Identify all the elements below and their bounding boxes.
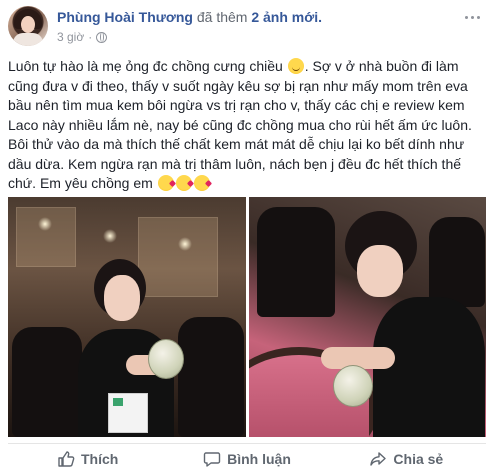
like-button[interactable]: Thích bbox=[8, 445, 167, 473]
author-name-link[interactable]: Phùng Hoài Thương bbox=[57, 9, 193, 25]
photo-woman-opening-cream-jar[interactable] bbox=[248, 197, 486, 437]
timestamp-link[interactable]: 3 giờ bbox=[57, 30, 84, 44]
comment-button[interactable]: Bình luận bbox=[167, 445, 326, 473]
like-label: Thích bbox=[80, 451, 119, 467]
author-avatar[interactable] bbox=[8, 6, 48, 46]
face-blowing-kiss-emoji bbox=[175, 175, 192, 191]
post-header: Phùng Hoài Thương đã thêm 2 ảnh mới. 3 g… bbox=[8, 6, 486, 50]
post-body: Luôn tự hào là mẹ ỏng đc chồng cưng chiề… bbox=[8, 57, 486, 194]
post-text-part-1: Luôn tự hào là mẹ ỏng đc chồng cưng chiề… bbox=[8, 58, 283, 74]
comment-label: Bình luận bbox=[227, 451, 291, 467]
action-text: đã thêm bbox=[196, 9, 248, 25]
face-blowing-kiss-emoji bbox=[193, 175, 210, 191]
post-text-part-2: . Sợ v ở nhà buồn đi làm cũng đưa v đi t… bbox=[8, 58, 472, 191]
share-button[interactable]: Chia sẻ bbox=[327, 445, 486, 473]
header-line: Phùng Hoài Thương đã thêm 2 ảnh mới. bbox=[57, 8, 322, 26]
share-arrow-icon bbox=[370, 452, 387, 466]
new-photos-link[interactable]: 2 ảnh mới. bbox=[251, 9, 322, 25]
post-meta: 3 giờ · bbox=[57, 30, 108, 44]
more-options-icon[interactable] bbox=[462, 10, 482, 24]
photo-grid bbox=[8, 197, 486, 437]
smiling-face-emoji bbox=[287, 58, 304, 74]
post-action-bar: Thích Bình luận Chia sẻ bbox=[8, 445, 486, 473]
globe-icon[interactable] bbox=[96, 31, 108, 43]
thumbs-up-icon bbox=[58, 451, 75, 467]
meta-separator: · bbox=[88, 30, 93, 44]
actions-divider bbox=[8, 443, 486, 444]
face-blowing-kiss-emoji bbox=[157, 175, 174, 191]
comment-icon bbox=[203, 452, 221, 467]
share-label: Chia sẻ bbox=[393, 451, 444, 467]
photo-woman-holding-cream-jar[interactable] bbox=[8, 197, 246, 437]
